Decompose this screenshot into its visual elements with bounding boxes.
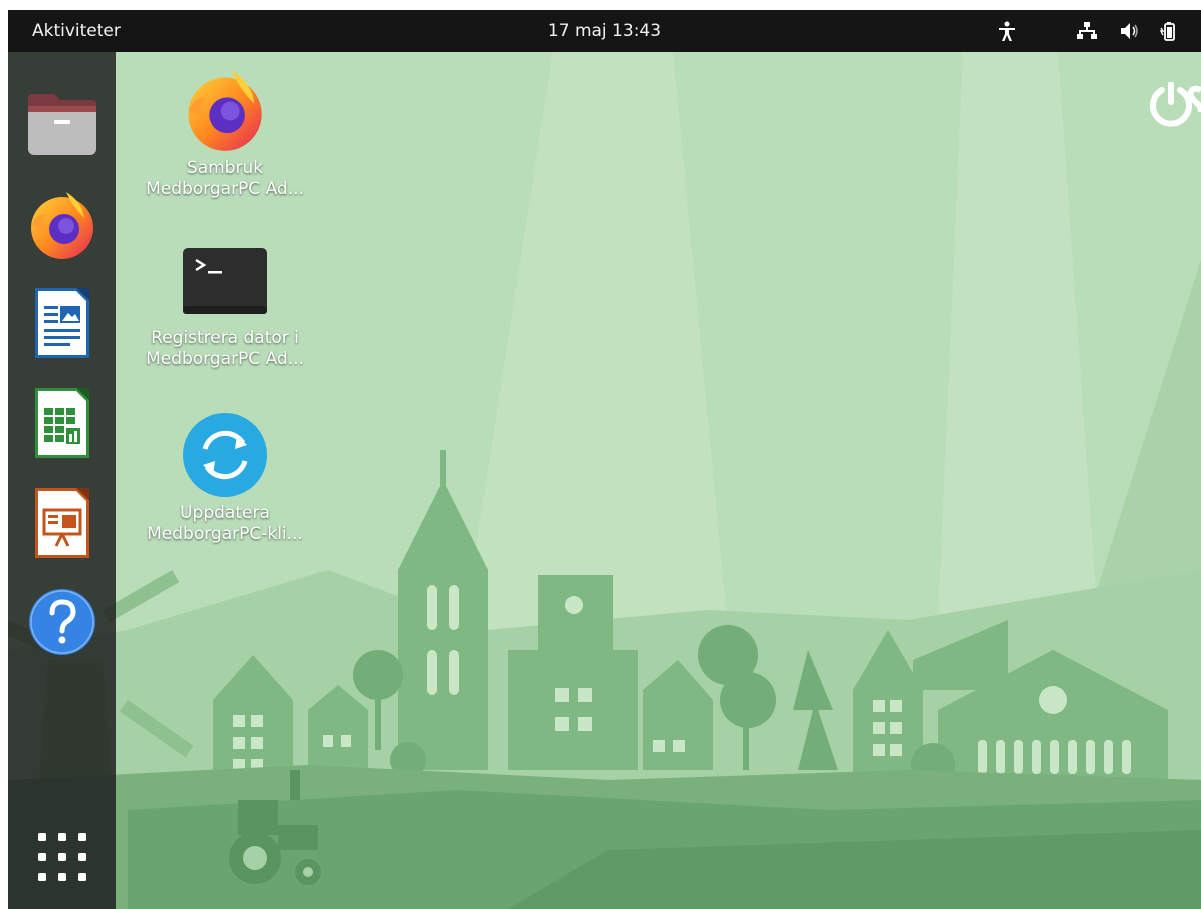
activities-button[interactable]: Aktiviteter bbox=[32, 10, 121, 52]
desktop-icon-registrera[interactable]: Registrera dator i MedborgarPC Ad... bbox=[122, 232, 328, 370]
folder-icon bbox=[28, 94, 96, 155]
calc-icon bbox=[35, 388, 89, 458]
clock-text[interactable]: 17 maj 13:43 bbox=[548, 21, 661, 41]
help-icon bbox=[29, 589, 95, 655]
battery-icon[interactable] bbox=[1158, 20, 1180, 42]
desktop-icon-label-line1: Uppdatera bbox=[180, 503, 270, 523]
desktop-screen: Aktiviteter 17 maj 13:43 Sambruk Medborg… bbox=[8, 10, 1201, 909]
desktop-icon-image bbox=[122, 62, 328, 158]
dock bbox=[8, 52, 116, 909]
desktop-icon-image bbox=[122, 232, 328, 328]
impress-icon bbox=[35, 488, 89, 558]
firefox-icon bbox=[31, 192, 93, 259]
network-icon[interactable] bbox=[1076, 20, 1098, 42]
top-bar: Aktiviteter 17 maj 13:43 bbox=[8, 10, 1201, 52]
firefox-icon bbox=[188, 70, 262, 151]
dock-item-files[interactable] bbox=[22, 87, 102, 167]
terminal-icon bbox=[183, 248, 267, 314]
desktop-icon-label-line2: MedborgarPC-kli... bbox=[147, 524, 303, 544]
desktop-icon-image bbox=[122, 407, 328, 503]
accessibility-icon[interactable] bbox=[996, 20, 1018, 42]
desktop-icon-sambruk[interactable]: Sambruk MedborgarPC Ad... bbox=[122, 62, 328, 200]
dock-item-firefox[interactable] bbox=[22, 184, 102, 264]
sync-icon bbox=[183, 413, 267, 497]
dock-item-calc[interactable] bbox=[22, 384, 102, 464]
app-grid-icon bbox=[38, 833, 86, 881]
distro-logo-icon bbox=[1150, 82, 1201, 127]
clock-display: 17 maj 13:43 bbox=[8, 10, 1201, 52]
desktop-icon-uppdatera[interactable]: Uppdatera MedborgarPC-kli... bbox=[122, 407, 328, 545]
desktop-icon-label-line2: MedborgarPC Ad... bbox=[146, 179, 304, 199]
desktop-icon-label-line2: MedborgarPC Ad... bbox=[146, 349, 304, 369]
writer-icon bbox=[35, 288, 89, 358]
dock-item-impress[interactable] bbox=[22, 484, 102, 564]
show-applications-button[interactable] bbox=[22, 817, 102, 897]
desktop-icon-label-line1: Sambruk bbox=[186, 158, 264, 178]
dock-item-writer[interactable] bbox=[22, 284, 102, 364]
dock-item-help[interactable] bbox=[22, 582, 102, 662]
volume-icon[interactable] bbox=[1118, 20, 1140, 42]
